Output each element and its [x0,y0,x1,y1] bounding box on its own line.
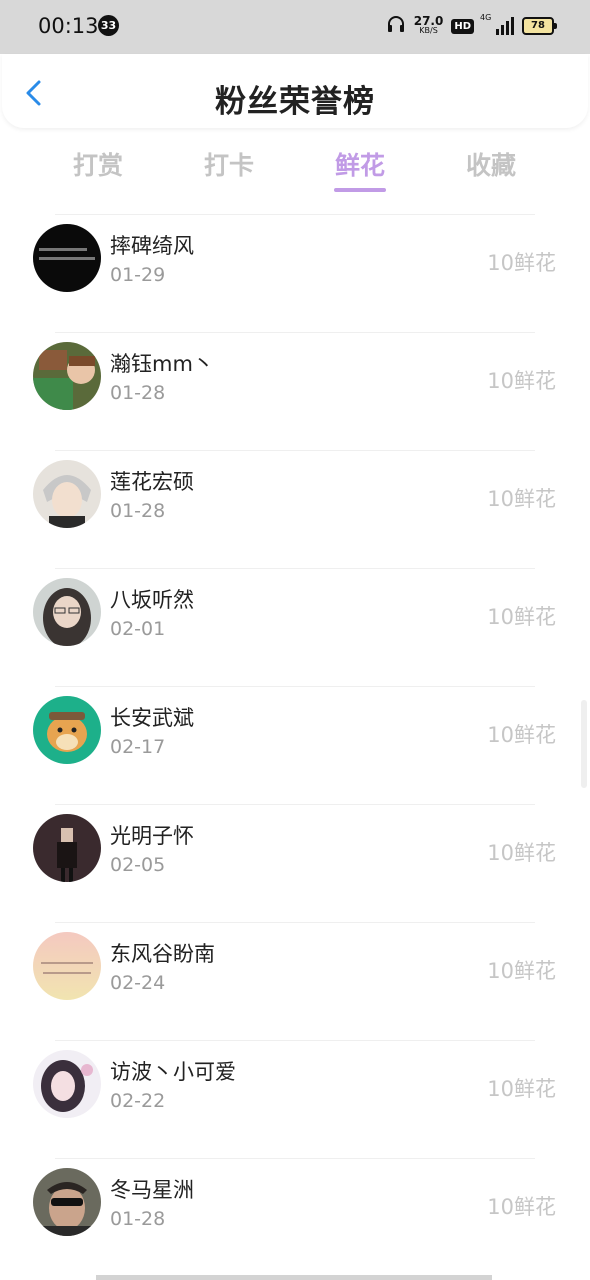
row-date: 02-05 [110,854,166,876]
network-speed: 27.0 KB/S [413,14,444,35]
avatar[interactable] [33,696,101,764]
row-date: 01-29 [110,264,166,286]
divider [55,568,535,569]
divider [55,922,535,923]
list-item[interactable]: 长安武斌 02-17 10鲜花 [0,686,590,804]
divider [55,1158,535,1159]
list-item[interactable]: 光明子怀 02-05 10鲜花 [0,804,590,922]
flower-amount: 10鲜花 [487,605,556,629]
list-item[interactable]: 莲花宏硕 01-28 10鲜花 [0,450,590,568]
status-icons: 27.0 KB/S HD 4G 78 [386,13,557,39]
page-title: 粉丝荣誉榜 [215,84,375,120]
avatar[interactable] [33,460,101,528]
row-date: 01-28 [110,500,166,522]
tab-checkin[interactable]: 打卡 [169,146,289,182]
status-time: 00:13 [38,14,99,38]
tab-flowers[interactable]: 鲜花 [300,146,420,182]
list-item[interactable]: 东风谷盼南 02-24 10鲜花 [0,922,590,1040]
active-tab-indicator [334,188,386,192]
tab-bar: 打赏 打卡 鲜花 收藏 [32,140,558,200]
hd-icon: HD [451,18,474,34]
tab-tip[interactable]: 打赏 [38,146,158,182]
divider [55,450,535,451]
username: 八坂听然 [110,588,194,612]
divider [55,804,535,805]
row-date: 02-24 [110,972,166,994]
flower-amount: 10鲜花 [487,251,556,275]
username: 莲花宏硕 [110,470,194,494]
username: 瀚钰mm丶 [110,352,214,376]
flower-amount: 10鲜花 [487,1077,556,1101]
username: 冬马星洲 [110,1178,194,1202]
avatar[interactable] [33,932,101,1000]
avatar[interactable] [33,1050,101,1118]
row-date: 01-28 [110,382,166,404]
avatar[interactable] [33,578,101,646]
divider [55,1040,535,1041]
list-item[interactable]: 冬马星洲 01-28 10鲜花 [0,1158,590,1276]
status-bar: 00:13 33 27.0 KB/S HD 4G 78 [0,0,590,54]
flower-amount: 10鲜花 [487,369,556,393]
list-item[interactable]: 瀚钰mm丶 01-28 10鲜花 [0,332,590,450]
page-header: 粉丝荣誉榜 [2,54,588,128]
avatar[interactable] [33,224,101,292]
avatar[interactable] [33,1168,101,1236]
notification-count-badge: 33 [98,15,119,36]
fan-list: 摔碑绮风 01-29 10鲜花 瀚钰mm丶 01-28 10鲜花 莲花宏硕 01… [0,214,590,1276]
list-item[interactable]: 访波丶小可爱 02-22 10鲜花 [0,1040,590,1158]
tab-favorites[interactable]: 收藏 [431,146,551,182]
username: 访波丶小可爱 [110,1060,236,1084]
flower-amount: 10鲜花 [487,841,556,865]
divider [55,332,535,333]
scrollbar-thumb[interactable] [581,700,587,788]
headphones-icon [386,15,406,37]
username: 东风谷盼南 [110,942,215,966]
username: 长安武斌 [110,706,194,730]
username: 光明子怀 [110,824,194,848]
navigation-handle[interactable] [96,1275,492,1280]
flower-amount: 10鲜花 [487,487,556,511]
list-item[interactable]: 摔碑绮风 01-29 10鲜花 [0,214,590,332]
row-date: 02-22 [110,1090,166,1112]
row-date: 02-01 [110,618,166,640]
flower-amount: 10鲜花 [487,959,556,983]
battery-icon: 78 [522,17,557,35]
flower-amount: 10鲜花 [487,723,556,747]
row-date: 02-17 [110,736,166,758]
signal-icon: 4G [480,13,514,35]
avatar[interactable] [33,342,101,410]
avatar[interactable] [33,814,101,882]
list-item[interactable]: 八坂听然 02-01 10鲜花 [0,568,590,686]
divider [55,214,535,215]
flower-amount: 10鲜花 [487,1195,556,1219]
row-date: 01-28 [110,1208,166,1230]
username: 摔碑绮风 [110,234,194,258]
divider [55,686,535,687]
